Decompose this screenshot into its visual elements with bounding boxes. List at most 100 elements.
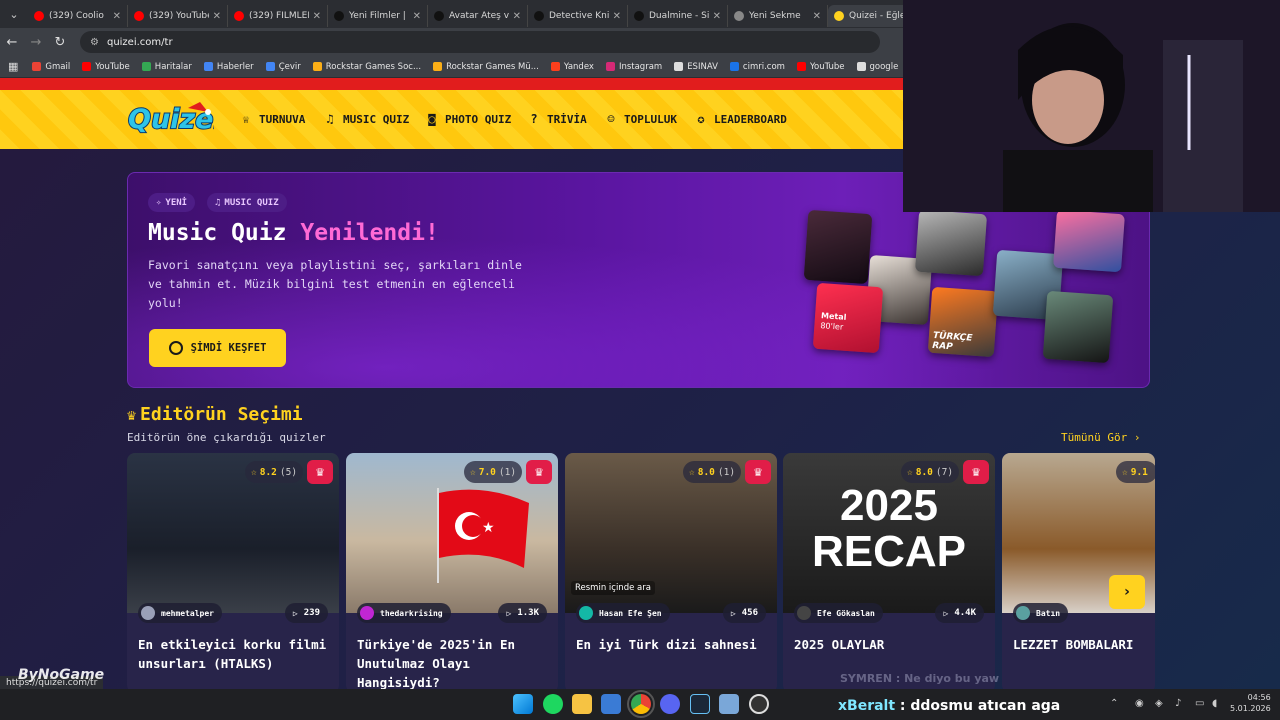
quiz-card[interactable]: ☆ 8.2 (5) ♛ mehmetalper ▷ 239 En etkileyici kor… <box>127 453 339 693</box>
quiz-title[interactable]: En etkileyici korku filmi unsurları (HTA… <box>138 635 333 673</box>
volume-icon[interactable]: ◖ <box>1212 698 1217 709</box>
author-chip[interactable]: Batın <box>1013 603 1069 623</box>
bookmark-item[interactable]: Çevir <box>265 62 301 72</box>
playlist-tile-metal[interactable]: Metal 80'ler <box>812 282 884 354</box>
editors-pick-crown-icon: ♛ <box>963 460 989 484</box>
nav-item-turnuva[interactable]: ♕ TURNUVA <box>239 112 305 126</box>
windows-start-icon[interactable] <box>513 694 533 714</box>
close-tab-icon[interactable]: ✕ <box>813 11 821 22</box>
browser-tab[interactable]: (329) YouTube ✕ <box>128 5 228 27</box>
bookmark-item[interactable]: Rockstar Games Soc... <box>312 62 421 72</box>
chrome-icon[interactable] <box>627 690 655 718</box>
star-icon: ☆ <box>689 466 695 478</box>
browser-tab[interactable]: Detective Knig ✕ <box>528 5 628 27</box>
steam-tray-icon[interactable]: ◈ <box>1155 698 1163 709</box>
quiz-title[interactable]: LEZZET BOMBALARI <box>1013 635 1155 654</box>
quiz-card[interactable]: ★ ☆ 7.0 (1) ♛ thedarkrising ▷ 1.3K Türkiye'de 20… <box>346 453 558 693</box>
microphone-icon[interactable]: ♪ <box>1175 698 1181 709</box>
bookmark-item[interactable]: Haberler <box>203 62 254 72</box>
artist-tile-5[interactable] <box>1053 209 1125 273</box>
close-tab-icon[interactable]: ✕ <box>513 11 521 22</box>
bookmark-item[interactable]: Instagram <box>605 62 662 72</box>
nav-item-music-quiz[interactable]: ♫ MUSIC QUIZ <box>323 112 409 126</box>
back-arrow-icon[interactable]: ← <box>0 35 24 50</box>
steam-icon[interactable] <box>690 694 710 714</box>
nav-item-leaderboard[interactable]: ✪ LEADERBOARD <box>694 112 786 126</box>
artist-tile-3[interactable] <box>914 209 988 277</box>
close-tab-icon[interactable]: ✕ <box>713 11 721 22</box>
medal-icon: ✪ <box>697 112 705 126</box>
author-chip[interactable]: Hasan Efe Şen <box>576 603 670 623</box>
quiz-card[interactable]: 2025 RECAP ☆ 8.0 (7) ♛ Efe Gökaslan ▷ 4.4K 2025 O… <box>783 453 995 693</box>
tab-favicon-icon <box>734 11 744 21</box>
image-search-overlay[interactable]: Resmin içinde ara <box>571 581 655 595</box>
microsoft-store-icon[interactable] <box>601 694 621 714</box>
reload-icon[interactable]: ↻ <box>48 35 72 50</box>
apps-grid-icon[interactable]: ▦ <box>8 60 18 73</box>
nav-item-photo-quiz[interactable]: ◙ PHOTO QUIZ <box>425 112 511 126</box>
webcam-overlay <box>903 0 1280 212</box>
chat-overlay-faded: SYMREN : Ne diyo bu yaw <box>840 672 1000 685</box>
artist-tile-1[interactable] <box>803 209 873 285</box>
network-icon[interactable]: ◉ <box>1135 698 1144 709</box>
quiz-card[interactable]: Resmin içinde ara ☆ 8.0 (1) ♛ Hasan Efe Şen ▷ 4… <box>565 453 777 693</box>
quizei-logo[interactable]: Quizei <box>126 100 224 136</box>
explore-now-button[interactable]: ŞİMDİ KEŞFET <box>149 329 286 367</box>
browser-tab[interactable]: Yeni Filmler | F ✕ <box>328 5 428 27</box>
quiz-title[interactable]: 2025 OLAYLAR <box>794 635 989 654</box>
bookmark-item[interactable]: google <box>856 62 898 72</box>
quiz-title[interactable]: En iyi Türk dizi sahnesi <box>576 635 771 654</box>
quiz-title[interactable]: Türkiye'de 2025'in En Unutulmaz Olayı Ha… <box>357 635 552 692</box>
close-tab-icon[interactable]: ✕ <box>213 11 221 22</box>
browser-tab[interactable]: (329) FİLMLERİ ✕ <box>228 5 328 27</box>
close-tab-icon[interactable]: ✕ <box>413 11 421 22</box>
bookmark-item[interactable]: cimri.com <box>729 62 785 72</box>
star-icon: ☆ <box>470 466 476 478</box>
tab-favicon-icon <box>134 11 144 21</box>
close-tab-icon[interactable]: ✕ <box>113 11 121 22</box>
nav-item-tri̇vi̇a[interactable]: ? TRİVİA <box>527 112 587 126</box>
see-all-link[interactable]: Tümünü Gör › <box>1061 431 1140 444</box>
browser-tab[interactable]: Yeni Sekme ✕ <box>728 5 828 27</box>
artist-tile-6[interactable] <box>1042 290 1114 364</box>
tray-chevron-icon[interactable]: ⌃ <box>1110 698 1118 709</box>
nav-item-label: TOPLULUK <box>624 112 677 126</box>
close-tab-icon[interactable]: ✕ <box>313 11 321 22</box>
close-tab-icon[interactable]: ✕ <box>613 11 621 22</box>
bookmark-item[interactable]: ESINAV <box>674 62 718 72</box>
nav-item-topluluk[interactable]: ☺ TOPLULUK <box>604 112 677 126</box>
author-chip[interactable]: thedarkrising <box>357 603 451 623</box>
bookmark-item[interactable]: YouTube <box>796 62 845 72</box>
file-explorer-icon[interactable] <box>572 694 592 714</box>
author-chip[interactable]: Efe Gökaslan <box>794 603 883 623</box>
camera-icon: ◙ <box>428 112 436 126</box>
forward-arrow-icon[interactable]: → <box>24 35 48 50</box>
discord-icon[interactable] <box>660 694 680 714</box>
tab-search-chevron-icon[interactable]: ⌄ <box>0 0 28 28</box>
display-icon[interactable]: ▭ <box>1195 698 1204 709</box>
bookmark-item[interactable]: YouTube <box>82 62 130 72</box>
avatar <box>360 606 374 620</box>
bookmark-label: Yandex <box>563 61 594 72</box>
bookmark-item[interactable]: Gmail <box>32 62 70 72</box>
editors-pick-crown-icon: ♛ <box>526 460 552 484</box>
browser-tab[interactable]: Dualmine - Sig ✕ <box>628 5 728 27</box>
address-bar[interactable]: ⚙ quizei.com/tr <box>80 31 880 53</box>
browser-tab[interactable]: (329) Coolio ✕ <box>28 5 128 27</box>
carousel-next-button[interactable]: › <box>1109 575 1145 609</box>
bookmark-item[interactable]: Yandex <box>550 61 594 72</box>
bookmark-item[interactable]: Haritalar <box>141 62 192 72</box>
nav-item-label: TRİVİA <box>547 112 587 126</box>
author-chip[interactable]: mehmetalper <box>138 603 222 623</box>
tab-title: Detective Knig <box>549 11 609 21</box>
tile-label-turkce-rap: TÜRKÇE RAP <box>931 330 973 353</box>
obs-icon[interactable] <box>749 694 769 714</box>
playlist-tile-turkce-rap[interactable]: TÜRKÇE RAP <box>927 286 999 358</box>
browser-tab[interactable]: Avatar Ateş ve ✕ <box>428 5 528 27</box>
spotify-icon[interactable] <box>543 694 563 714</box>
site-info-icon[interactable]: ⚙ <box>90 37 99 48</box>
system-clock[interactable]: 04:56 5.01.2026 <box>1230 692 1271 714</box>
bookmark-item[interactable]: Rockstar Games Mü... <box>433 62 539 72</box>
app-icon[interactable] <box>719 694 739 714</box>
quiz-card[interactable]: ☆ 9.1 Batın LEZZET BOMBALARI <box>1002 453 1155 693</box>
